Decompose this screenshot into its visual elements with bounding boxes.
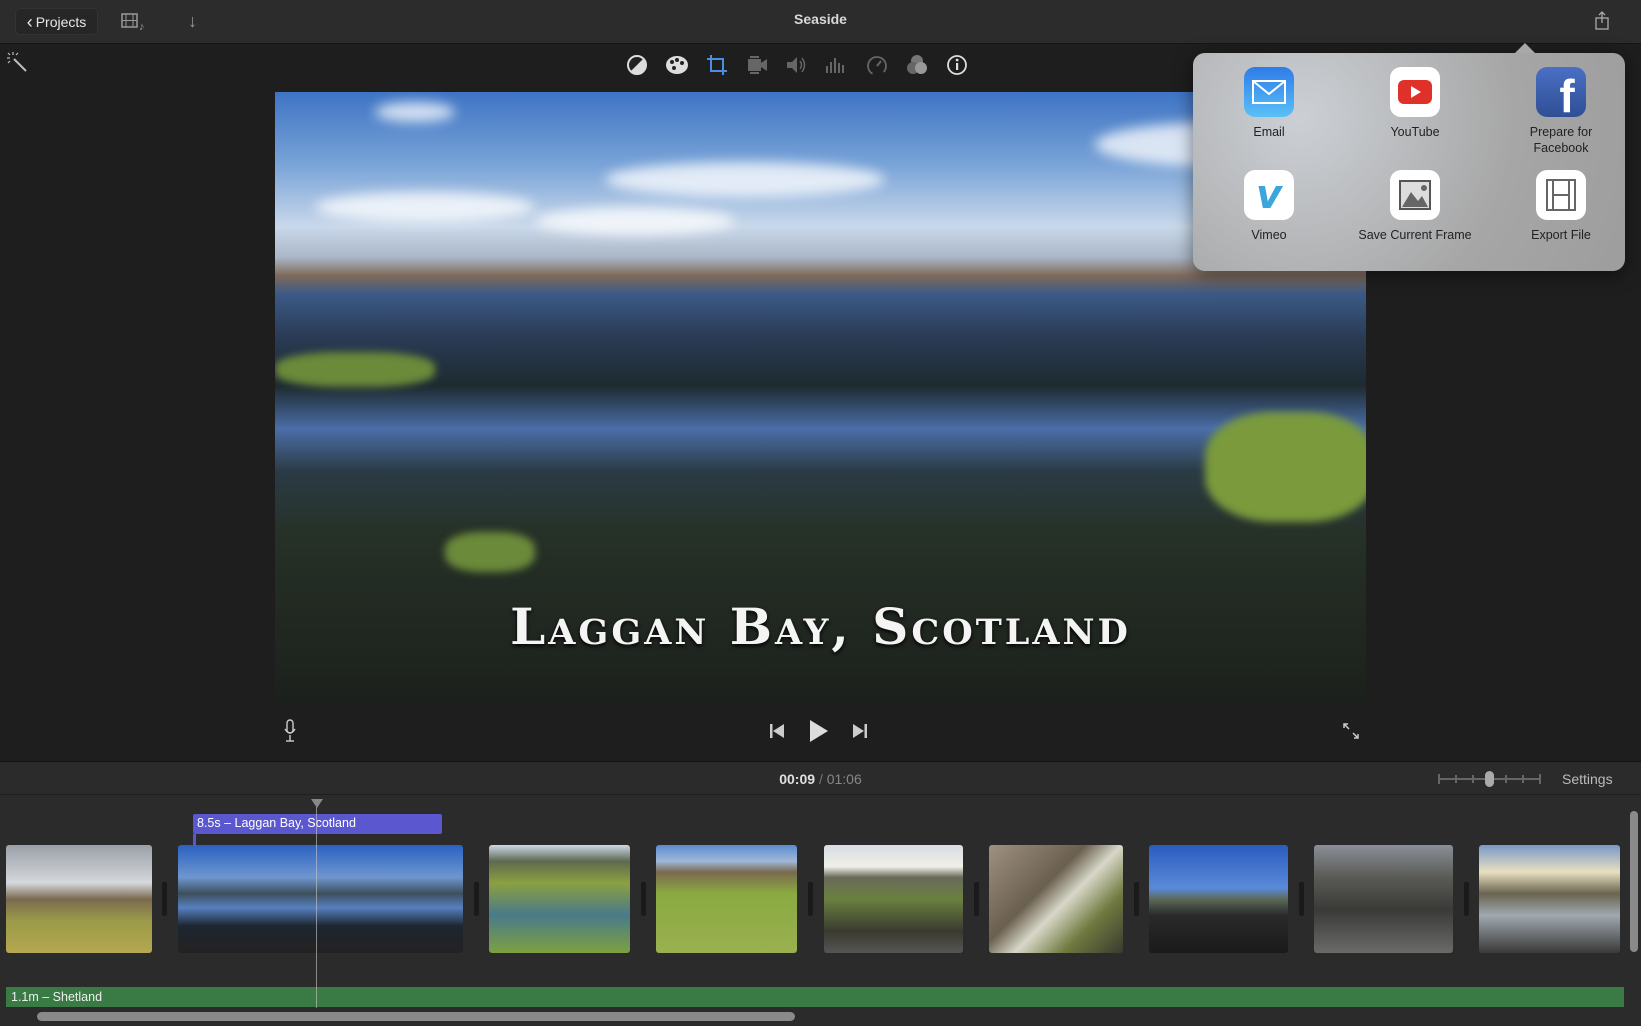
share-save-frame[interactable]: Save Current Frame [1345, 170, 1485, 243]
playhead-handle-icon[interactable] [311, 799, 323, 808]
timeline-clip[interactable] [178, 845, 463, 953]
clip-filter-icon[interactable] [903, 52, 931, 78]
info-icon[interactable] [943, 52, 971, 78]
share-email[interactable]: Email [1199, 67, 1339, 140]
volume-icon[interactable] [782, 52, 810, 78]
title-clip-connector [193, 834, 196, 846]
crop-icon[interactable] [703, 52, 731, 78]
vimeo-icon: v [1244, 170, 1294, 220]
timeline-clip[interactable] [1149, 845, 1288, 953]
facebook-icon: f [1536, 67, 1586, 117]
window-title: Seaside [794, 11, 847, 27]
share-export-file[interactable]: Export File [1491, 170, 1631, 243]
top-bar: ‹ Projects ♪ ↓ Seaside [0, 0, 1641, 44]
zoom-slider-knob[interactable] [1485, 771, 1494, 787]
timecode: 00:09 / 01:06 [779, 771, 862, 787]
timeline-clip[interactable] [656, 845, 797, 953]
magic-wand-icon[interactable] [4, 50, 32, 76]
timeline-clip[interactable] [824, 845, 963, 953]
share-facebook[interactable]: f Prepare for Facebook [1491, 67, 1631, 156]
horizontal-scrollbar[interactable] [37, 1012, 795, 1021]
speed-icon[interactable] [863, 52, 891, 78]
timeline-zoom-slider[interactable] [1438, 771, 1541, 787]
share-button[interactable] [1594, 11, 1610, 36]
image-icon [1390, 170, 1440, 220]
playhead[interactable] [316, 800, 317, 1008]
timeline-clip[interactable] [1479, 845, 1620, 953]
title-clip[interactable]: 8.5s – Laggan Bay, Scotland [193, 814, 442, 834]
timeline-clip[interactable] [1314, 845, 1453, 953]
fullscreen-icon[interactable] [1341, 718, 1361, 744]
timeline-clip[interactable] [489, 845, 630, 953]
equalizer-icon[interactable] [822, 52, 850, 78]
skip-back-button[interactable] [768, 718, 786, 744]
email-icon [1244, 67, 1294, 117]
stabilization-icon[interactable] [743, 52, 771, 78]
skip-forward-button[interactable] [851, 718, 869, 744]
timeline-clip[interactable] [6, 845, 152, 953]
microphone-icon[interactable] [280, 718, 300, 744]
timeline-header: 00:09 / 01:06 Settings [0, 761, 1641, 795]
color-correction-icon[interactable] [663, 52, 691, 78]
timeline-clip[interactable] [989, 845, 1123, 953]
settings-button[interactable]: Settings [1562, 771, 1613, 787]
audio-clip[interactable]: 1.1m – Shetland [6, 987, 1624, 1007]
title-overlay: Laggan Bay, Scotland [510, 597, 1131, 656]
play-button[interactable] [807, 718, 831, 744]
share-popover: Email YouTube f Prepare for Facebook v Vim… [1193, 43, 1625, 271]
color-balance-icon[interactable] [623, 52, 651, 78]
youtube-icon [1390, 67, 1440, 117]
share-vimeo[interactable]: v Vimeo [1199, 170, 1339, 243]
vertical-scrollbar[interactable] [1630, 811, 1638, 952]
film-icon [1536, 170, 1586, 220]
share-youtube[interactable]: YouTube [1345, 67, 1485, 140]
